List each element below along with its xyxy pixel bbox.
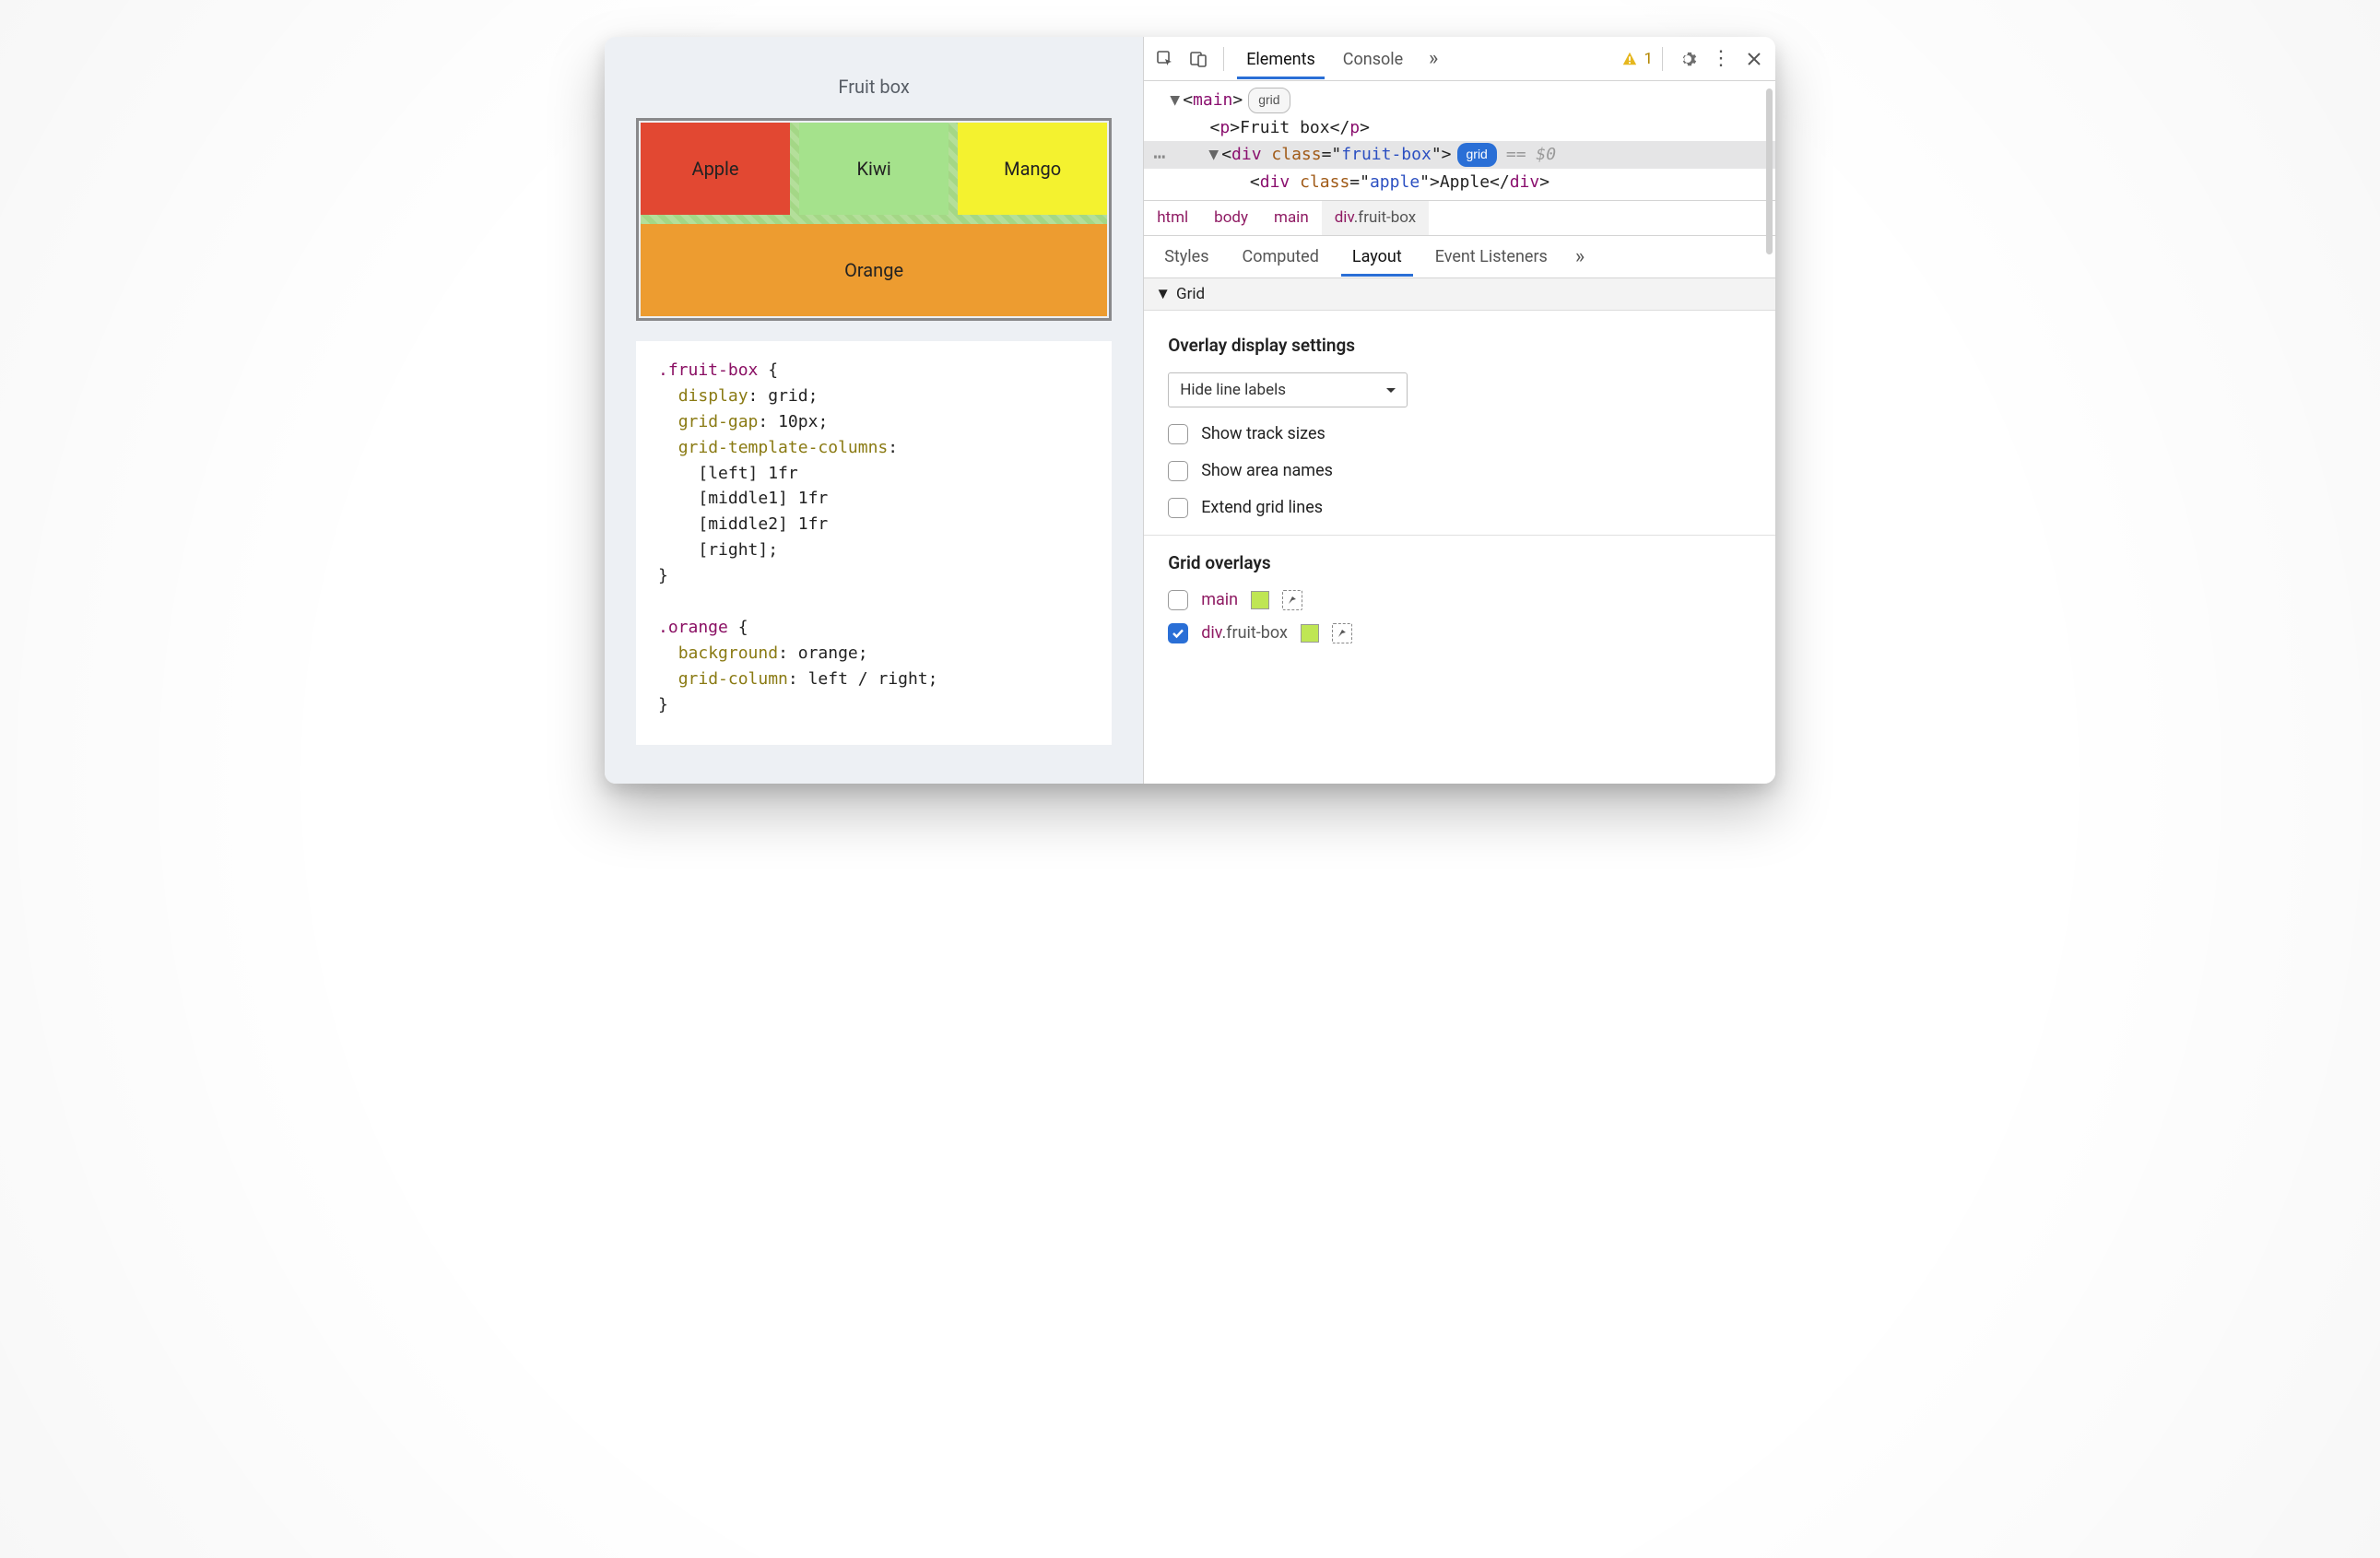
dom-node-p[interactable]: <p>Fruit box</p> xyxy=(1166,114,1775,142)
checkbox-checked-icon[interactable] xyxy=(1168,623,1188,643)
more-subtabs-icon[interactable]: » xyxy=(1564,245,1596,268)
more-tabs-icon[interactable]: » xyxy=(1418,43,1449,75)
tab-console[interactable]: Console xyxy=(1330,39,1416,78)
checkbox-unchecked-icon[interactable] xyxy=(1168,590,1188,610)
chevron-down-icon: ▼ xyxy=(1155,285,1171,303)
elements-subtabs: Styles Computed Layout Event Listeners » xyxy=(1144,236,1775,278)
grid-overlays-heading: Grid overlays xyxy=(1168,552,1751,573)
dom-node-fruit-box[interactable]: ▼<div class="fruit-box">grid== $0 xyxy=(1144,141,1775,169)
device-toolbar-icon[interactable] xyxy=(1183,43,1214,75)
inspect-element-icon[interactable] xyxy=(1149,43,1181,75)
checkbox-unchecked-icon[interactable] xyxy=(1168,461,1188,481)
overlay-row-fruit-box[interactable]: div.fruit-box xyxy=(1168,623,1751,643)
crumb-selected[interactable]: div.fruit-box xyxy=(1322,201,1430,235)
close-icon[interactable] xyxy=(1738,43,1770,75)
page-title: Fruit box xyxy=(636,76,1112,98)
subtab-layout[interactable]: Layout xyxy=(1336,237,1419,276)
extend-grid-lines-option[interactable]: Extend grid lines xyxy=(1168,498,1751,518)
kebab-menu-icon[interactable]: ⋮ xyxy=(1705,43,1737,75)
show-area-names-option[interactable]: Show area names xyxy=(1168,461,1751,481)
breadcrumb: html body main div.fruit-box xyxy=(1144,201,1775,236)
layout-panel: ▼ Grid Overlay display settings Hide lin… xyxy=(1144,278,1775,784)
subtab-styles[interactable]: Styles xyxy=(1148,237,1225,276)
highlight-element-icon[interactable] xyxy=(1332,623,1352,643)
color-swatch[interactable] xyxy=(1301,624,1319,643)
line-labels-select[interactable]: Hide line labels xyxy=(1168,372,1408,407)
subtab-event-listeners[interactable]: Event Listeners xyxy=(1419,237,1564,276)
overlay-row-main[interactable]: main xyxy=(1168,590,1751,610)
cell-apple: Apple xyxy=(641,123,790,215)
fruit-box: Apple Kiwi Mango Orange xyxy=(636,118,1112,321)
dom-node-main[interactable]: ▼<main>grid xyxy=(1166,87,1775,114)
devtools-toolbar: Elements Console » 1 ⋮ xyxy=(1144,37,1775,81)
tab-elements[interactable]: Elements xyxy=(1233,39,1328,78)
crumb-main[interactable]: main xyxy=(1261,201,1322,235)
highlight-element-icon[interactable] xyxy=(1282,590,1302,610)
overlay-display-settings-heading: Overlay display settings xyxy=(1168,335,1751,356)
show-track-sizes-option[interactable]: Show track sizes xyxy=(1168,424,1751,444)
devtools-window: Fruit box Apple Kiwi Mango Orange .fruit… xyxy=(605,37,1775,784)
fruit-grid: Apple Kiwi Mango Orange xyxy=(641,123,1107,316)
crumb-html[interactable]: html xyxy=(1144,201,1201,235)
rendered-page-pane: Fruit box Apple Kiwi Mango Orange .fruit… xyxy=(605,37,1143,784)
grid-section-header[interactable]: ▼ Grid xyxy=(1144,278,1775,311)
checkbox-unchecked-icon[interactable] xyxy=(1168,498,1188,518)
warnings-badge[interactable]: 1 xyxy=(1621,50,1653,68)
cell-orange: Orange xyxy=(641,224,1107,316)
cell-kiwi: Kiwi xyxy=(799,123,948,215)
subtab-computed[interactable]: Computed xyxy=(1226,237,1336,276)
checkbox-unchecked-icon[interactable] xyxy=(1168,424,1188,444)
dom-node-apple[interactable]: <div class="apple">Apple</div> xyxy=(1166,169,1775,196)
color-swatch[interactable] xyxy=(1251,591,1269,609)
gear-icon[interactable] xyxy=(1672,43,1703,75)
devtools-pane: Elements Console » 1 ⋮ ▼<main>grid <p>Fr… xyxy=(1143,37,1775,784)
cell-mango: Mango xyxy=(958,123,1107,215)
dom-tree[interactable]: ▼<main>grid <p>Fruit box</p> ▼<div class… xyxy=(1144,81,1775,201)
css-code-block: .fruit-box { display: grid; grid-gap: 10… xyxy=(636,341,1112,745)
crumb-body[interactable]: body xyxy=(1201,201,1261,235)
